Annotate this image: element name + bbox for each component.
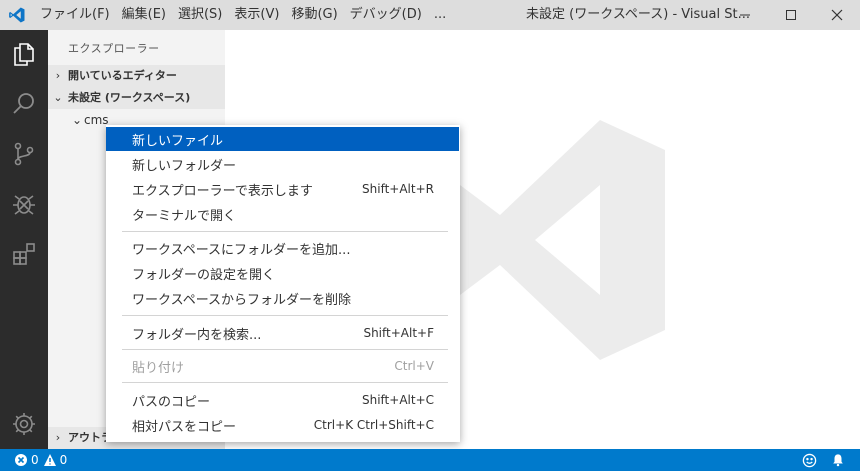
close-button[interactable] bbox=[814, 0, 860, 30]
menu-separator bbox=[122, 382, 448, 383]
ctx-reveal-shortcut: Shift+Alt+R bbox=[362, 182, 434, 196]
ctx-folder-settings-label: フォルダーの設定を開く bbox=[132, 267, 276, 283]
minimize-button[interactable] bbox=[722, 0, 768, 30]
menu-separator bbox=[122, 315, 448, 316]
ctx-copy-relative-path[interactable]: 相対パスをコピー Ctrl+K Ctrl+Shift+C bbox=[106, 413, 460, 437]
ctx-copy-path[interactable]: パスのコピー Shift+Alt+C bbox=[106, 388, 460, 412]
section-open-editors-label: 開いているエディター bbox=[68, 69, 177, 82]
files-icon[interactable] bbox=[0, 30, 48, 78]
section-workspace-label: 未設定 (ワークスペース) bbox=[68, 91, 191, 104]
menu-bar: ファイル(F) 編集(E) 選択(S) 表示(V) 移動(G) デバッグ(D) … bbox=[34, 0, 452, 30]
menu-file[interactable]: ファイル(F) bbox=[34, 0, 116, 30]
title-bar: ファイル(F) 編集(E) 選択(S) 表示(V) 移動(G) デバッグ(D) … bbox=[0, 0, 860, 30]
chevron-down-icon: ⌄ bbox=[71, 113, 82, 127]
ctx-terminal-label: ターミナルで開く bbox=[132, 208, 237, 224]
menu-view[interactable]: 表示(V) bbox=[228, 0, 285, 30]
search-icon[interactable] bbox=[0, 80, 48, 128]
section-open-editors[interactable]: › 開いているエディター bbox=[48, 65, 225, 87]
tree-folder-label: cms bbox=[84, 113, 109, 127]
extensions-icon[interactable] bbox=[0, 230, 48, 278]
error-count: 0 bbox=[31, 453, 39, 467]
ctx-find-shortcut: Shift+Alt+F bbox=[363, 326, 434, 340]
settings-gear-icon[interactable] bbox=[0, 400, 48, 448]
ctx-find-in-folder[interactable]: フォルダー内を検索... Shift+Alt+F bbox=[106, 321, 460, 345]
warning-count: 0 bbox=[59, 453, 68, 467]
ctx-copy-path-label: パスのコピー bbox=[132, 394, 211, 410]
chevron-right-icon: › bbox=[55, 69, 61, 82]
ctx-new-folder-label: 新しいフォルダー bbox=[132, 158, 237, 174]
source-control-icon[interactable] bbox=[0, 130, 48, 178]
context-menu: 新しいファイル 新しいフォルダー エクスプローラーで表示します Shift+Al… bbox=[106, 125, 460, 442]
ctx-new-file-label: 新しいファイル bbox=[132, 133, 224, 149]
menu-edit[interactable]: 編集(E) bbox=[116, 0, 172, 30]
feedback-smiley-icon[interactable] bbox=[802, 449, 817, 471]
menu-separator bbox=[122, 231, 448, 232]
menu-more[interactable]: ... bbox=[428, 0, 452, 30]
menu-separator bbox=[122, 349, 448, 350]
ctx-new-folder[interactable]: 新しいフォルダー bbox=[106, 152, 460, 176]
warning-icon bbox=[43, 454, 56, 466]
status-bar: 0 0 bbox=[0, 449, 860, 471]
activity-bar bbox=[0, 30, 48, 449]
vscode-watermark-icon bbox=[445, 120, 665, 360]
ctx-reveal-in-explorer[interactable]: エクスプローラーで表示します Shift+Alt+R bbox=[106, 177, 460, 201]
ctx-add-folder-to-workspace[interactable]: ワークスペースにフォルダーを追加... bbox=[106, 236, 460, 260]
ctx-paste-shortcut: Ctrl+V bbox=[394, 359, 434, 373]
ctx-find-label: フォルダー内を検索... bbox=[132, 327, 262, 343]
ctx-open-in-terminal[interactable]: ターミナルで開く bbox=[106, 202, 460, 226]
chevron-right-icon: › bbox=[55, 431, 61, 444]
menu-debug[interactable]: デバッグ(D) bbox=[344, 0, 428, 30]
problems-indicator[interactable]: 0 0 bbox=[14, 449, 67, 471]
ctx-copy-relative-label: 相対パスをコピー bbox=[132, 419, 237, 435]
ctx-copy-path-shortcut: Shift+Alt+C bbox=[361, 393, 434, 407]
ctx-remove-folder-from-workspace[interactable]: ワークスペースからフォルダーを削除 bbox=[106, 286, 460, 310]
ctx-remove-folder-label: ワークスペースからフォルダーを削除 bbox=[132, 292, 352, 308]
vscode-logo-icon bbox=[0, 0, 34, 30]
menu-go[interactable]: 移動(G) bbox=[285, 0, 343, 30]
ctx-reveal-label: エクスプローラーで表示します bbox=[132, 183, 313, 199]
notifications-bell-icon[interactable] bbox=[831, 449, 845, 471]
chevron-down-icon: ⌄ bbox=[53, 91, 63, 104]
ctx-add-folder-label: ワークスペースにフォルダーを追加... bbox=[132, 242, 351, 258]
menu-selection[interactable]: 選択(S) bbox=[172, 0, 228, 30]
error-icon bbox=[15, 454, 27, 466]
ctx-open-folder-settings[interactable]: フォルダーの設定を開く bbox=[106, 261, 460, 285]
ctx-paste-label: 貼り付け bbox=[132, 360, 185, 376]
ctx-copy-relative-shortcut: Ctrl+K Ctrl+Shift+C bbox=[313, 418, 434, 432]
section-workspace[interactable]: ⌄ 未設定 (ワークスペース) bbox=[48, 87, 225, 109]
maximize-button[interactable] bbox=[768, 0, 814, 30]
ctx-new-file[interactable]: 新しいファイル bbox=[106, 127, 459, 151]
ctx-paste[interactable]: 貼り付け Ctrl+V bbox=[106, 354, 460, 378]
debug-icon[interactable] bbox=[0, 180, 48, 228]
window-title: 未設定 (ワークスペース) - Visual St... bbox=[526, 7, 750, 22]
explorer-title: エクスプローラー bbox=[68, 42, 160, 55]
